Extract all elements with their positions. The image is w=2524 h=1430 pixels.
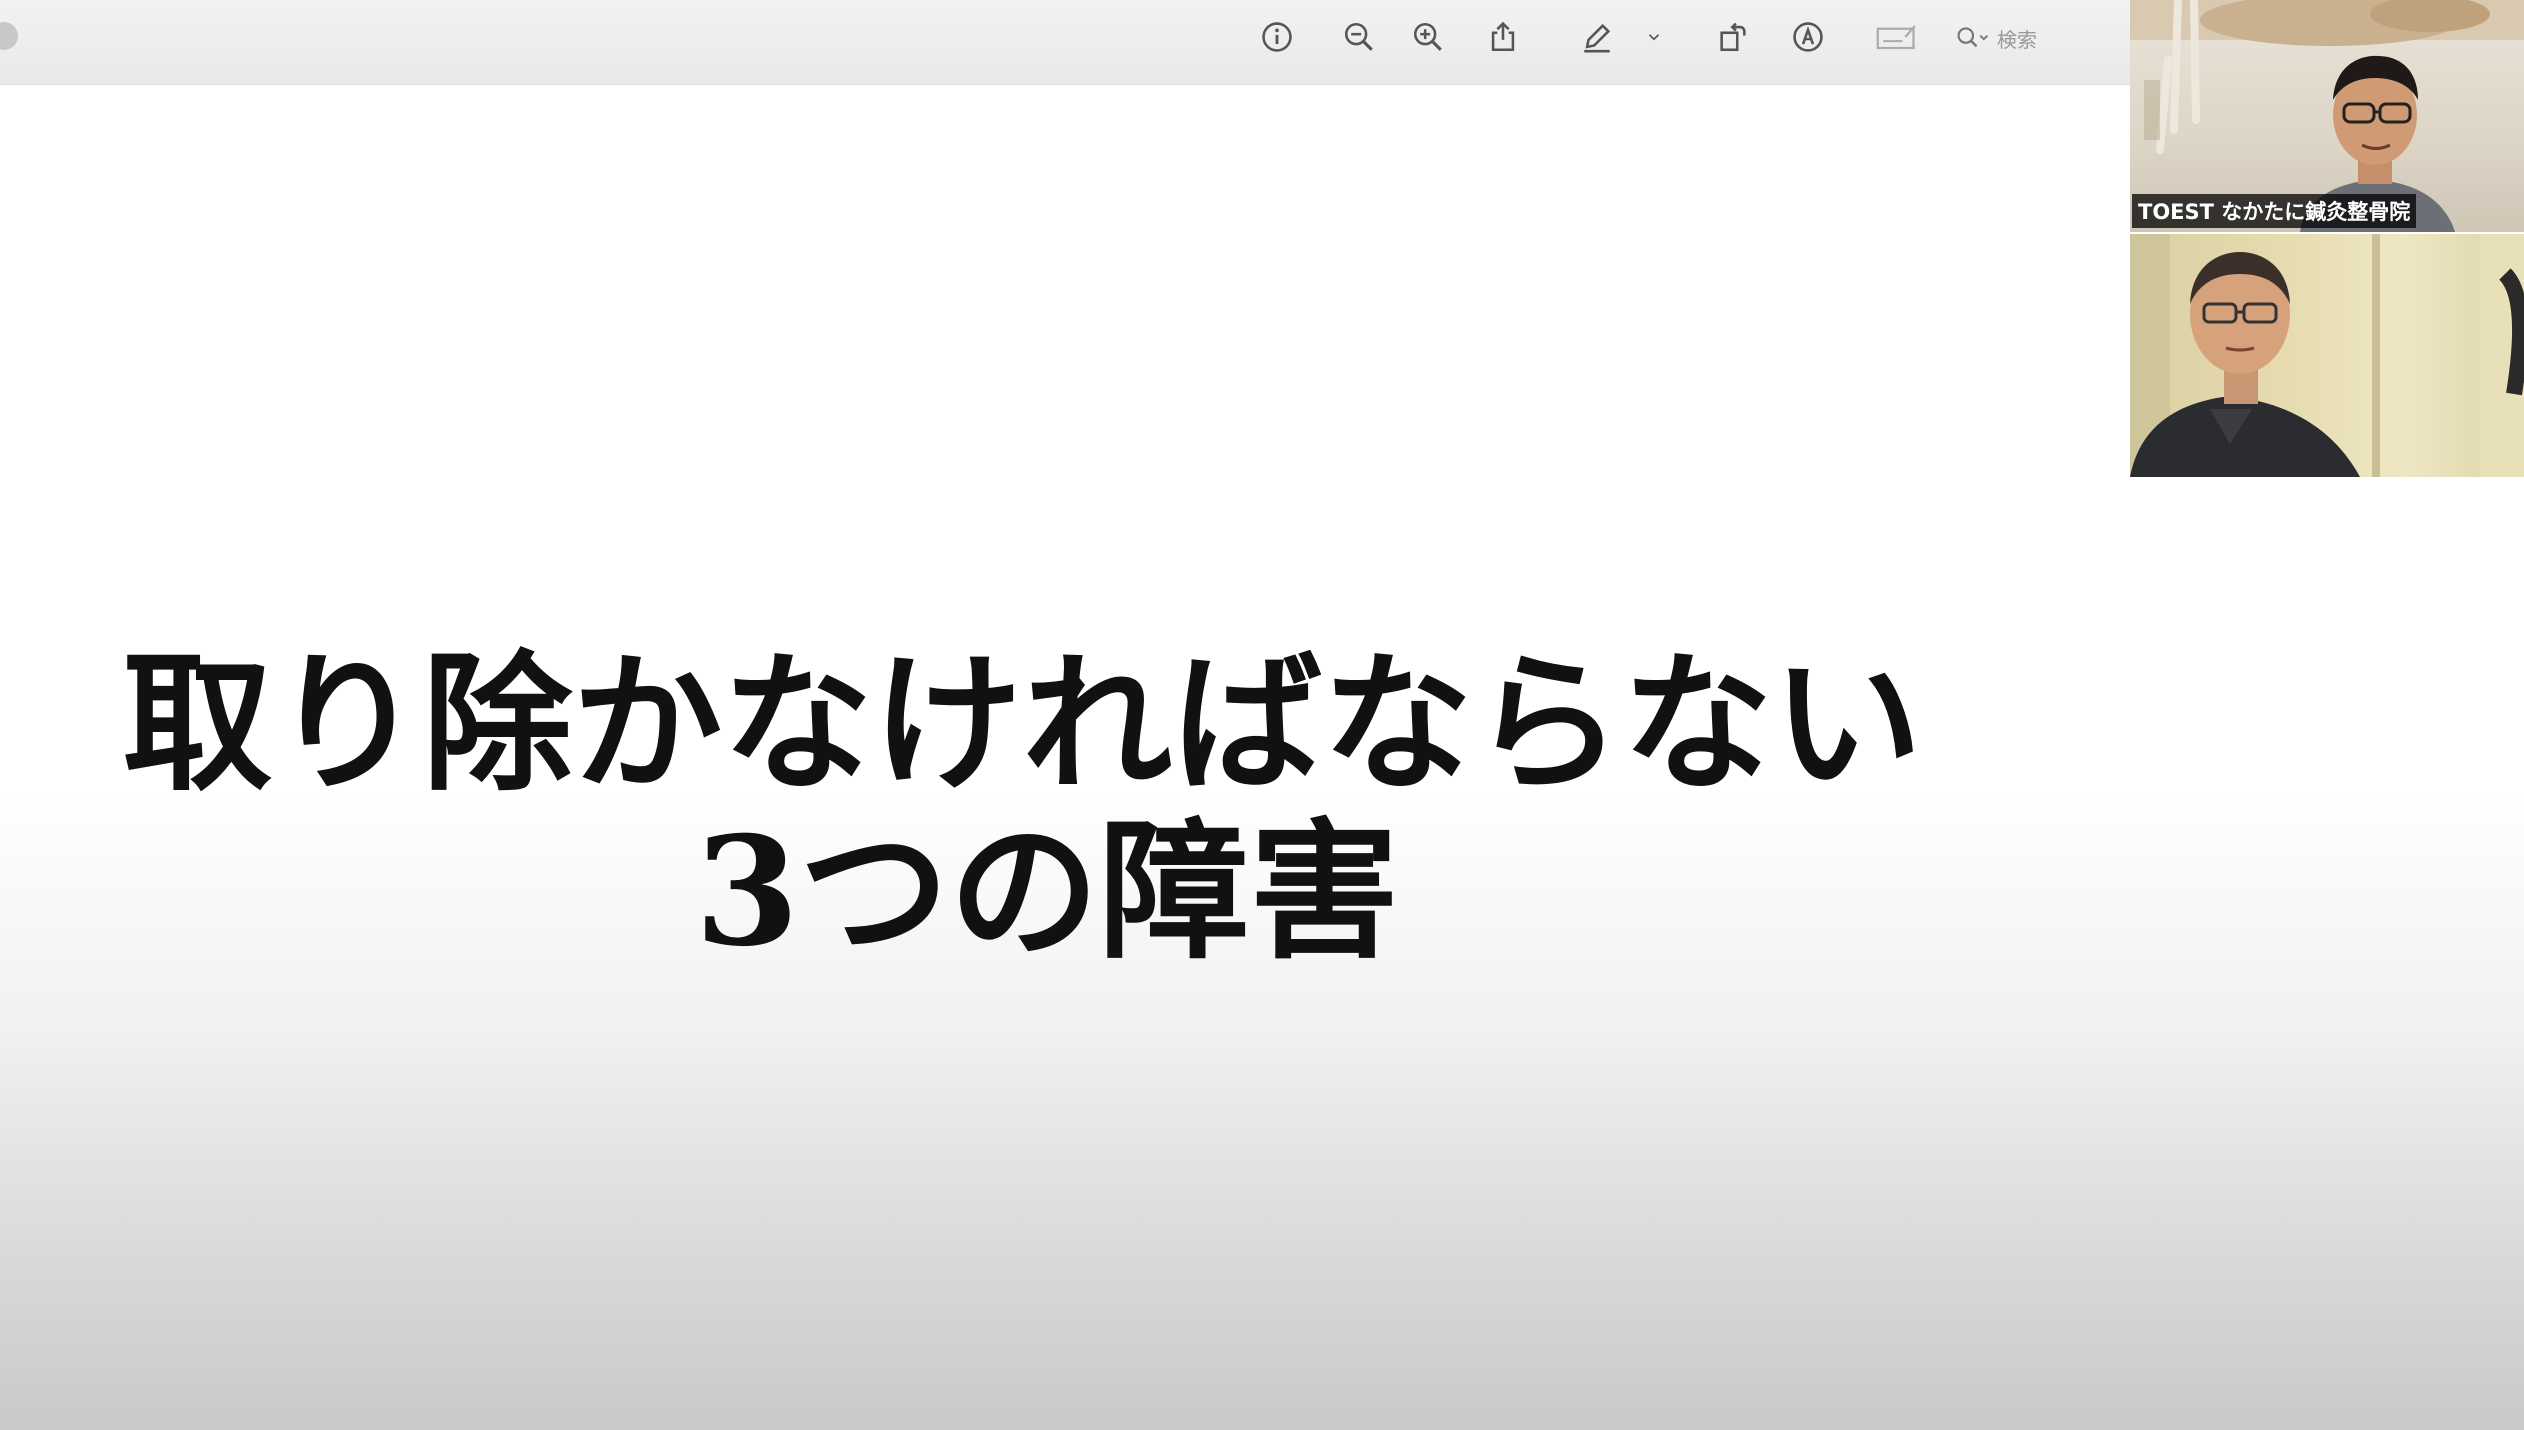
search-placeholder: 検索 [1997,27,2037,52]
annotate-icon[interactable] [1788,17,1828,57]
viewer-toolbar: 検索 [0,0,2130,85]
search-field[interactable]: 検索 [1955,18,2105,58]
info-icon[interactable] [1257,17,1297,57]
participant-video-2[interactable] [2130,234,2524,477]
search-icon [1957,27,1989,48]
slide-title: 取り除かなければならない 3つの障害 [0,640,2130,976]
window-control-button[interactable] [0,22,18,50]
share-icon[interactable] [1483,17,1523,57]
rotate-icon[interactable] [1713,17,1753,57]
zoom-in-icon[interactable] [1408,17,1448,57]
form-icon[interactable] [1873,17,1921,57]
participant-name-label: TOEST なかたに鍼灸整骨院 [2132,194,2417,228]
participant-video-2-image [2130,234,2524,477]
markup-pen-icon[interactable] [1577,17,1617,57]
slide-title-line-1: 取り除かなければならない [122,636,1923,812]
chevron-down-icon[interactable] [1642,17,1666,57]
participant-video-1[interactable]: TOEST なかたに鍼灸整骨院 [2130,0,2524,232]
slide-title-line-2: 3つの障害 [694,804,1400,980]
zoom-out-icon[interactable] [1339,17,1379,57]
